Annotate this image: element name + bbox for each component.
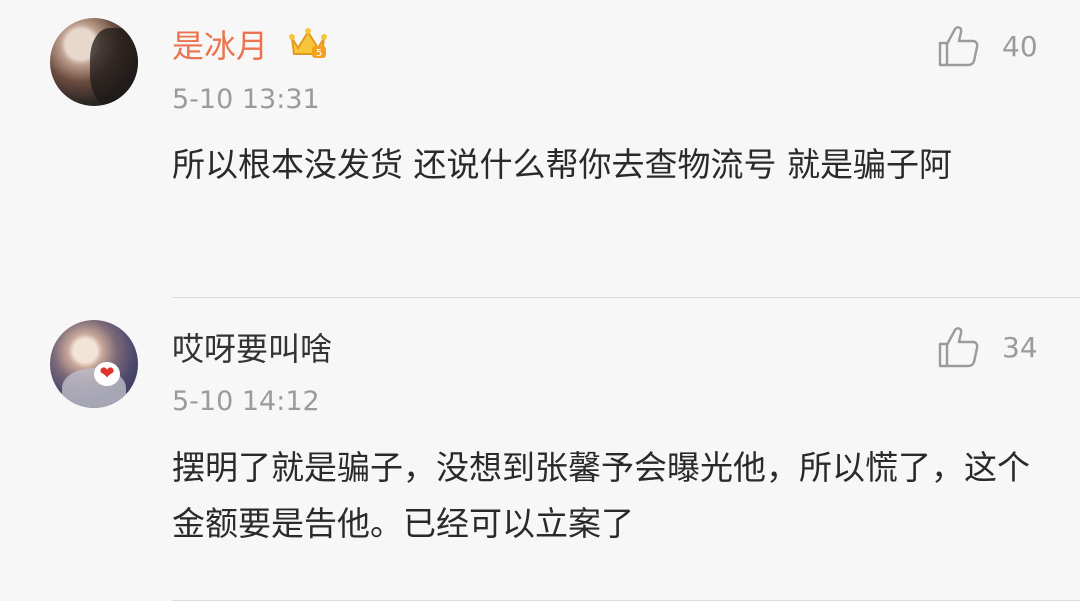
- vip-crown-icon: 5: [289, 28, 327, 59]
- comment-text: 所以根本没发货 还说什么帮你去查物流号 就是骗子阿: [172, 145, 952, 184]
- like-button[interactable]: 34: [936, 326, 1046, 370]
- thumbs-up-icon: [938, 327, 979, 368]
- comment-item: ❤ 哎呀要叫啥 5-10 14:12 34 摆明了就是骗子，没想到张馨予会曝光他…: [0, 298, 1080, 601]
- timestamp: 5-10 14:12: [172, 386, 320, 417]
- comment-list: 是冰月 5 5-10 13:31 40 所以根本没发货 还说什么帮你去查物流号 …: [0, 0, 1080, 601]
- username[interactable]: 是冰月: [172, 26, 268, 66]
- comment-text: 摆明了就是骗子，没想到张馨予会曝光他，所以慌了，这个金额要是告他。已经可以立案了: [172, 448, 1030, 543]
- like-count: 40: [1002, 30, 1038, 63]
- avatar[interactable]: [50, 18, 138, 106]
- like-count: 34: [1002, 331, 1038, 364]
- svg-text:5: 5: [316, 48, 322, 59]
- avatar[interactable]: [50, 320, 138, 408]
- heart-icon: ❤: [94, 362, 120, 386]
- comment-item: 是冰月 5 5-10 13:31 40 所以根本没发货 还说什么帮你去查物流号 …: [0, 0, 1080, 298]
- timestamp: 5-10 13:31: [172, 84, 320, 115]
- username[interactable]: 哎呀要叫啥: [172, 329, 332, 369]
- thumbs-up-icon: [938, 26, 979, 67]
- like-button[interactable]: 40: [936, 25, 1046, 69]
